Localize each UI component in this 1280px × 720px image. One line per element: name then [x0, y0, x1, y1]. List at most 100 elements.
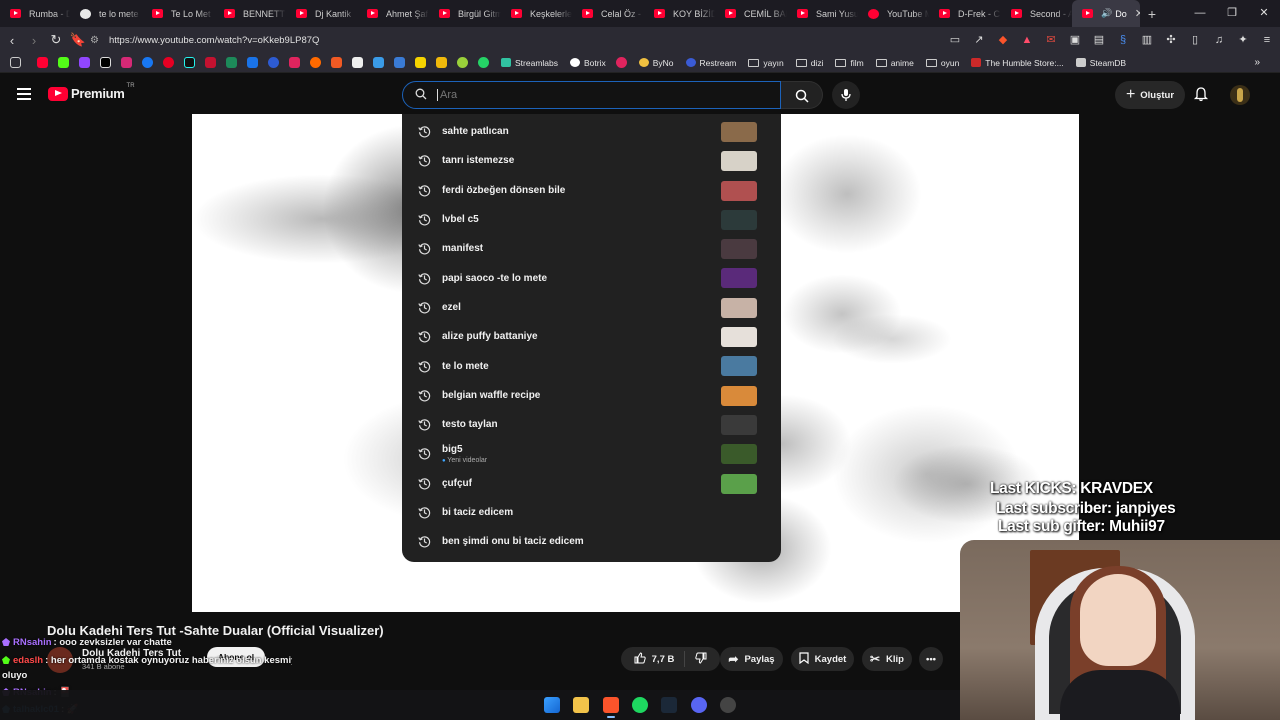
bookmark-binance-icon[interactable] [436, 57, 447, 68]
browser-tab[interactable]: Celal Öz - [572, 0, 644, 27]
browser-tab[interactable]: Te Lo Met [142, 0, 214, 27]
youtube-logo[interactable]: Premium TR [48, 83, 135, 101]
search-suggestion-item[interactable]: big5 Yeni videolar [402, 439, 781, 468]
clip-button[interactable]: ✂ Klip [862, 647, 912, 671]
close-tab-icon[interactable]: ✕ [1135, 7, 1140, 20]
browser-tab[interactable]: D-Frek - C [929, 0, 1001, 27]
bookmark-green-circle-icon[interactable] [457, 57, 468, 68]
menu-icon[interactable]: ≡ [1260, 33, 1274, 47]
leo-icon[interactable]: ✦ [1236, 33, 1250, 47]
bookmark-folder-anime[interactable]: anime [875, 58, 914, 68]
site-info-icon[interactable]: ⚙ [90, 35, 99, 46]
bookmark-green-icon[interactable] [226, 57, 237, 68]
screenshot-icon[interactable]: ▭ [948, 33, 962, 47]
hamburger-menu-icon[interactable] [17, 88, 31, 100]
bookmark-byno[interactable]: ByNo [638, 58, 674, 68]
spotify-icon[interactable] [632, 697, 648, 713]
search-suggestion-item[interactable]: manifest [402, 234, 781, 263]
extensions-icon[interactable]: ✣ [1164, 33, 1178, 47]
search-box[interactable] [402, 81, 781, 109]
create-button[interactable]: + Oluştur [1115, 81, 1185, 109]
gmail-icon[interactable]: ✉ [1044, 33, 1058, 47]
bookmark-restream[interactable]: Restream [685, 58, 736, 68]
file-explorer-icon[interactable] [573, 697, 589, 713]
bookmark-cloud-icon[interactable] [373, 57, 384, 68]
browser-tab[interactable]: Rumba - D [0, 0, 70, 27]
bookmark-orange-icon[interactable] [310, 57, 321, 68]
close-window-icon[interactable]: ✕ [1248, 0, 1280, 27]
media-icon[interactable]: ♫ [1212, 33, 1226, 47]
share-icon[interactable]: ↗ [972, 33, 986, 47]
browser-tab[interactable]: BENNETT [214, 0, 286, 27]
search-input[interactable] [437, 89, 737, 101]
search-suggestion-item[interactable]: çufçuf [402, 469, 781, 498]
settings-gear-icon[interactable] [720, 697, 736, 713]
browser-tab-active[interactable]: 🔊 Do ✕ [1072, 0, 1140, 27]
url-field[interactable]: ⚙ https://www.youtube.com/watch?v=oKkeb9… [90, 30, 970, 50]
bookmark-folder-film[interactable]: film [835, 58, 864, 68]
bookmark-box-icon[interactable] [394, 57, 405, 68]
search-suggestion-item[interactable]: alize puffy battaniye [402, 322, 781, 351]
forward-icon[interactable]: › [24, 33, 44, 48]
browser-tab[interactable]: Ahmet Şaf [357, 0, 429, 27]
search-suggestion-item[interactable]: ferdi özbeğen dönsen bile [402, 176, 781, 205]
search-suggestion-item[interactable]: ezel [402, 293, 781, 322]
windows-start-icon[interactable] [544, 697, 560, 713]
search-suggestion-item[interactable]: sahte patlıcan [402, 117, 781, 146]
save-button[interactable]: Kaydet [791, 647, 854, 671]
dislike-button[interactable] [685, 647, 717, 671]
tiktok-icon[interactable] [184, 57, 195, 68]
more-bookmarks-icon[interactable]: » [1254, 57, 1260, 68]
browser-tab[interactable]: Keşkelerle [501, 0, 572, 27]
bookmark-hb-icon[interactable] [331, 57, 342, 68]
rewards-icon[interactable]: ▲ [1020, 33, 1034, 47]
bookmark-pink-icon[interactable] [615, 57, 627, 68]
shazam-icon[interactable]: § [1116, 33, 1130, 47]
bookmark-b-icon[interactable] [268, 57, 279, 68]
reload-icon[interactable]: ↻ [46, 32, 66, 48]
facebook-icon[interactable] [142, 57, 153, 68]
brave-browser-icon[interactable] [603, 697, 619, 718]
minimize-icon[interactable]: — [1184, 0, 1216, 27]
back-icon[interactable]: ‹ [2, 33, 22, 48]
bookmark-steamdb[interactable]: SteamDB [1075, 58, 1126, 68]
kick-icon[interactable] [58, 57, 69, 68]
pinterest-icon[interactable] [163, 57, 174, 68]
account-avatar[interactable] [1230, 85, 1250, 105]
bookmark-red-icon[interactable] [205, 57, 216, 68]
apps-icon[interactable] [10, 57, 21, 68]
notifications-bell-icon[interactable] [1192, 86, 1210, 104]
extension-icon[interactable]: ▣ [1068, 33, 1082, 47]
bookmark-a-icon[interactable] [352, 57, 363, 68]
bookmark-humble[interactable]: The Humble Store:... [971, 58, 1064, 68]
bookmark-blue-icon[interactable] [247, 57, 258, 68]
bookmark-folder-yayin[interactable]: yayın [748, 58, 784, 68]
bookmark-botrix[interactable]: Botrix [570, 58, 606, 68]
browser-tab[interactable]: YouTube M [858, 0, 929, 27]
search-suggestion-item[interactable]: belgian waffle recipe [402, 381, 781, 410]
search-suggestion-item[interactable]: lvbel c5 [402, 205, 781, 234]
steam-icon[interactable] [661, 697, 677, 713]
translate-icon[interactable]: ▤ [1092, 33, 1106, 47]
more-actions-button[interactable]: ••• [919, 647, 943, 671]
share-button[interactable]: ➦ Paylaş [720, 647, 783, 671]
browser-tab[interactable]: Second - A [1001, 0, 1072, 27]
bookmark-streamlabs[interactable]: Streamlabs [501, 58, 558, 68]
search-suggestion-item[interactable]: tanrı istemezse [402, 146, 781, 175]
brave-shield-icon[interactable]: ◆ [996, 33, 1010, 47]
search-suggestion-item[interactable]: papi saoco -te lo mete [402, 263, 781, 292]
sidebar-icon[interactable]: ▯ [1188, 33, 1202, 47]
maximize-icon[interactable]: ❐ [1216, 0, 1248, 27]
bookmark-folder-dizi[interactable]: dizi [795, 58, 823, 68]
discord-icon[interactable] [691, 697, 707, 713]
search-suggestion-item[interactable]: testo taylan [402, 410, 781, 439]
bookmark-icon[interactable]: 🔖 [68, 32, 88, 48]
bookmark-folder-oyun[interactable]: oyun [925, 58, 959, 68]
browser-tab[interactable]: CEMİL BAB [715, 0, 787, 27]
new-tab-button[interactable]: + [1140, 6, 1164, 22]
instagram-icon[interactable] [121, 57, 132, 68]
browser-tab[interactable]: Birgül Gitm [429, 0, 501, 27]
browser-tab[interactable]: te lo mete [70, 0, 142, 27]
like-button[interactable]: 7,7 B [624, 647, 685, 671]
search-suggestion-item[interactable]: bi taciz edicem [402, 498, 781, 527]
